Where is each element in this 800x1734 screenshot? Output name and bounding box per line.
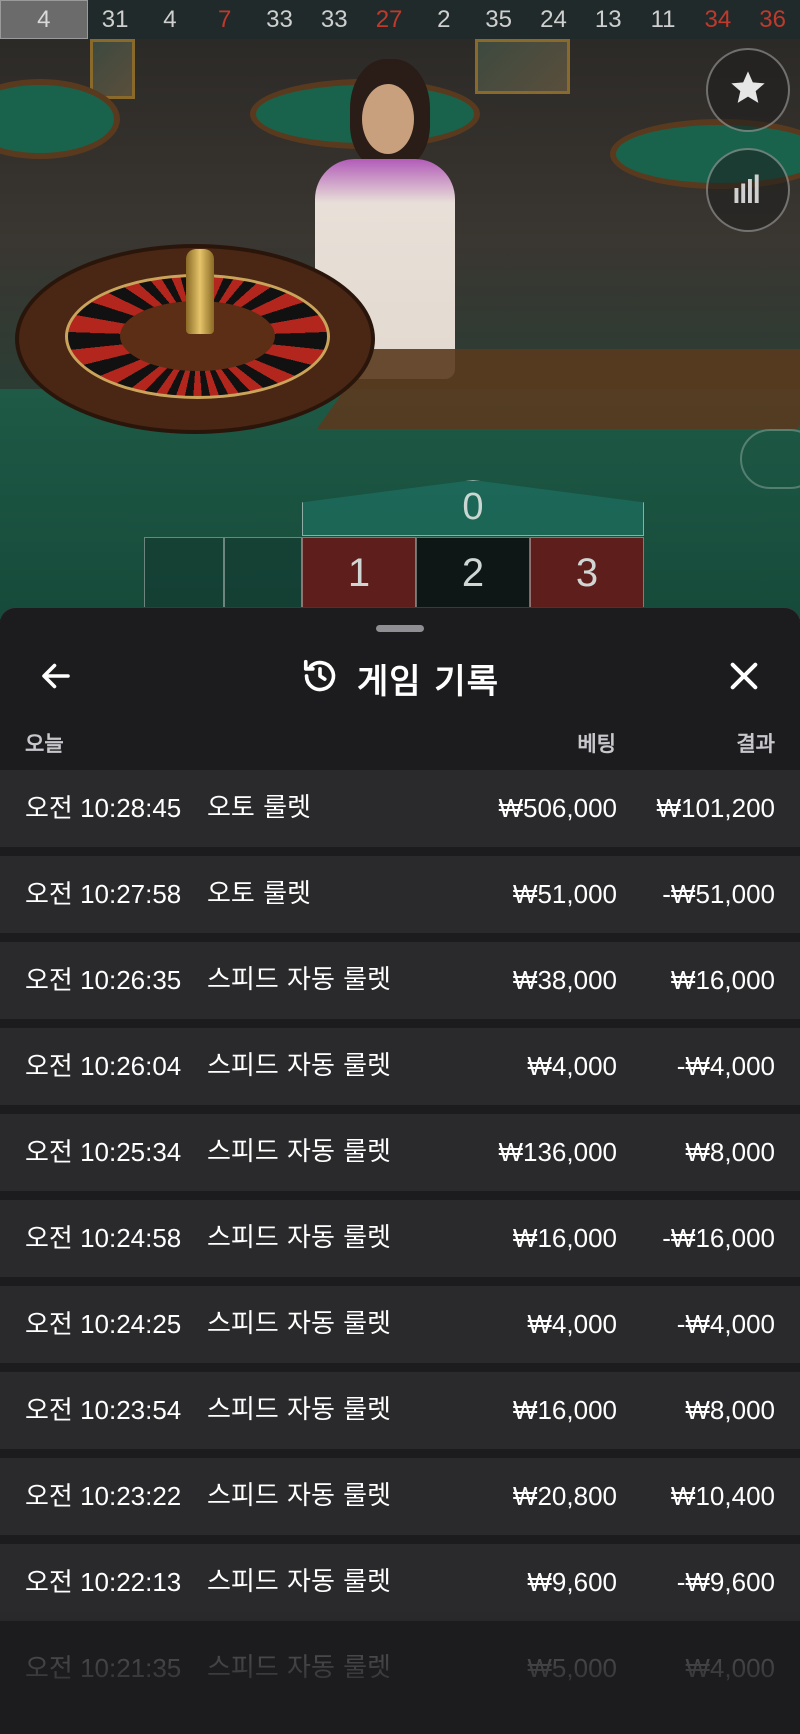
sheet-drag-handle[interactable] <box>376 625 424 632</box>
bet-spot-side[interactable] <box>144 537 224 609</box>
history-row[interactable]: 오전 10:21:35 스피드 자동 룰렛 ₩5,000 ₩4,000 <box>0 1630 800 1707</box>
game-name: 스피드 자동 룰렛 <box>207 965 391 995</box>
bet-amount: ₩16,000 <box>512 1395 617 1425</box>
game-name: 스피드 자동 룰렛 <box>207 1051 391 1081</box>
bet-amount: ₩16,000 <box>512 1223 617 1253</box>
round-time: 오전 10:28:45 <box>25 793 182 823</box>
bet-amount: ₩136,000 <box>498 1137 617 1167</box>
bar-chart-icon <box>730 170 766 210</box>
result-amount: ₩4,000 <box>685 1653 775 1683</box>
round-time: 오전 10:24:25 <box>25 1309 182 1339</box>
game-name: 스피드 자동 룰렛 <box>207 1395 391 1425</box>
background-window <box>475 39 570 94</box>
result-number: 2 <box>437 5 451 33</box>
result-number: 36 <box>759 5 786 33</box>
round-time: 오전 10:27:58 <box>25 879 182 909</box>
result-amount: ₩8,000 <box>685 1137 775 1167</box>
round-time: 오전 10:26:04 <box>25 1051 182 1081</box>
result-number: 35 <box>485 5 512 33</box>
result-number: 13 <box>594 5 622 33</box>
game-name: 스피드 자동 룰렛 <box>207 1567 391 1597</box>
bet-amount: ₩38,000 <box>512 965 617 995</box>
close-button[interactable] <box>724 658 764 698</box>
game-name: 오토 룰렛 <box>207 793 311 823</box>
round-time: 오전 10:22:13 <box>25 1567 182 1597</box>
result-amount: ₩8,000 <box>685 1395 775 1425</box>
round-time: 오전 10:23:54 <box>25 1395 182 1425</box>
history-list: 오전 10:28:45 오토 룰렛 ₩506,000 ₩101,200 오전 1… <box>0 770 800 1716</box>
result-number: 11 <box>650 5 676 33</box>
result-amount: -₩4,000 <box>676 1051 775 1081</box>
result-number: 7 <box>217 5 232 33</box>
sheet-header: 게임 기록 <box>0 648 800 708</box>
result-amount: ₩101,200 <box>656 793 775 823</box>
bet-spot-number[interactable]: 2 <box>416 537 530 609</box>
result-number: 31 <box>101 5 129 33</box>
round-time: 오전 10:23:22 <box>25 1481 182 1511</box>
history-row[interactable]: 오전 10:24:25 스피드 자동 룰렛 ₩4,000 -₩4,000 <box>0 1286 800 1363</box>
history-icon <box>301 657 339 699</box>
column-header-result: 결과 <box>736 732 775 756</box>
result-amount: -₩9,600 <box>676 1567 775 1597</box>
bet-amount: ₩20,800 <box>512 1481 617 1511</box>
bet-spot-number[interactable]: 3 <box>530 537 644 609</box>
result-number: 24 <box>540 5 567 33</box>
sheet-title-group: 게임 기록 <box>0 648 800 708</box>
history-row[interactable]: 오전 10:27:58 오토 룰렛 ₩51,000 -₩51,000 <box>0 856 800 933</box>
bet-amount: ₩9,600 <box>527 1567 617 1597</box>
bet-amount: ₩4,000 <box>527 1309 617 1339</box>
bet-amount: ₩506,000 <box>498 793 617 823</box>
result-amount: -₩16,000 <box>662 1223 775 1253</box>
result-number: 34 <box>704 5 732 33</box>
dealer-face <box>362 84 414 154</box>
column-header-bet: 베팅 <box>577 732 616 756</box>
history-row[interactable]: 오전 10:26:35 스피드 자동 룰렛 ₩38,000 ₩16,000 <box>0 942 800 1019</box>
recent-results-bar: 4 31 4 7 33 33 27 2 35 24 13 11 34 36 <box>0 0 800 39</box>
table-rail <box>740 429 800 489</box>
bet-amount: ₩4,000 <box>527 1051 617 1081</box>
result-number: 33 <box>266 5 293 33</box>
roulette-wheel-spindle <box>186 249 214 334</box>
favorite-button[interactable] <box>706 48 790 132</box>
bet-amount: ₩5,000 <box>527 1653 617 1683</box>
star-icon <box>728 68 768 112</box>
result-amount: ₩16,000 <box>670 965 775 995</box>
statistics-button[interactable] <box>706 148 790 232</box>
table-edge <box>316 349 800 429</box>
history-row[interactable]: 오전 10:22:13 스피드 자동 룰렛 ₩9,600 -₩9,600 <box>0 1544 800 1621</box>
game-name: 스피드 자동 룰렛 <box>207 1481 391 1511</box>
history-row[interactable]: 오전 10:25:34 스피드 자동 룰렛 ₩136,000 ₩8,000 <box>0 1114 800 1191</box>
history-row[interactable]: 오전 10:26:04 스피드 자동 룰렛 ₩4,000 -₩4,000 <box>0 1028 800 1105</box>
result-number: 4 <box>163 5 177 33</box>
result-number: 33 <box>320 5 348 33</box>
history-row[interactable]: 오전 10:23:22 스피드 자동 룰렛 ₩20,800 ₩10,400 <box>0 1458 800 1535</box>
game-name: 오토 룰렛 <box>207 879 311 909</box>
column-header-date: 오늘 <box>25 732 64 756</box>
page-title: 게임 기록 <box>357 661 499 702</box>
history-row[interactable]: 오전 10:28:45 오토 룰렛 ₩506,000 ₩101,200 <box>0 770 800 847</box>
bet-amount: ₩51,000 <box>512 879 617 909</box>
result-amount: -₩4,000 <box>676 1309 775 1339</box>
round-time: 오전 10:25:34 <box>25 1137 182 1167</box>
round-time: 오전 10:26:35 <box>25 965 182 995</box>
history-row[interactable]: 오전 10:23:54 스피드 자동 룰렛 ₩16,000 ₩8,000 <box>0 1372 800 1449</box>
result-number-latest: 4 <box>0 0 88 39</box>
result-number: 27 <box>375 5 403 33</box>
game-name: 스피드 자동 룰렛 <box>207 1223 391 1253</box>
game-name: 스피드 자동 룰렛 <box>207 1309 391 1339</box>
round-time: 오전 10:21:35 <box>25 1653 182 1683</box>
game-name: 스피드 자동 룰렛 <box>207 1137 391 1167</box>
game-name: 스피드 자동 룰렛 <box>207 1653 391 1683</box>
bet-spot-side[interactable] <box>224 537 302 609</box>
result-amount: -₩51,000 <box>662 879 775 909</box>
round-time: 오전 10:24:58 <box>25 1223 182 1253</box>
history-row[interactable]: 오전 10:24:58 스피드 자동 룰렛 ₩16,000 -₩16,000 <box>0 1200 800 1277</box>
close-icon <box>727 659 761 697</box>
bet-spot-number[interactable]: 1 <box>302 537 416 609</box>
game-history-sheet: 게임 기록 오늘 베팅 결과 오전 10:28:45 오토 룰렛 ₩506,00… <box>0 607 800 1734</box>
result-amount: ₩10,400 <box>670 1481 775 1511</box>
